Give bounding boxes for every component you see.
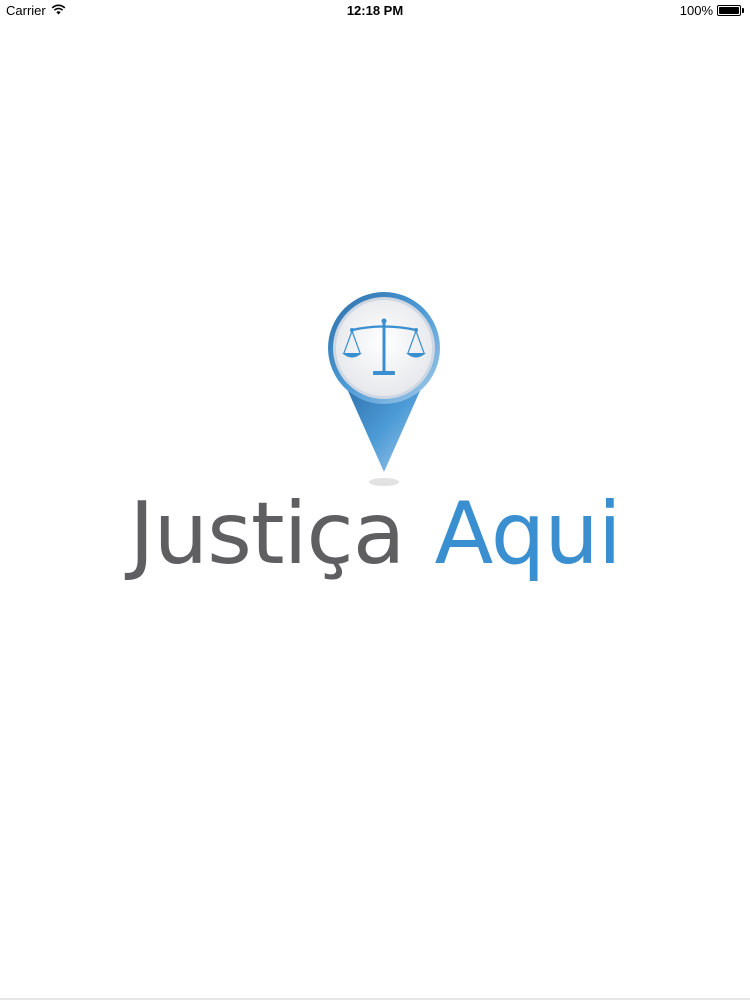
brand-word-aqui: Aqui — [434, 484, 621, 584]
brand-word-justica: Justiça — [129, 484, 405, 584]
status-bar: Carrier 12:18 PM 100% — [0, 0, 750, 20]
battery-percent: 100% — [679, 3, 713, 18]
status-right: 100% — [680, 3, 744, 18]
splash-screen: Carrier 12:18 PM 100% Justiça Aqui — [0, 0, 750, 1000]
status-time: 12:18 PM — [346, 3, 404, 18]
battery-icon — [717, 5, 741, 16]
scales-of-justice-pin-icon — [328, 292, 440, 486]
battery-cap — [742, 8, 744, 13]
battery-fill — [719, 7, 739, 14]
brand-wordmark: Justiça Aqui — [0, 484, 750, 584]
